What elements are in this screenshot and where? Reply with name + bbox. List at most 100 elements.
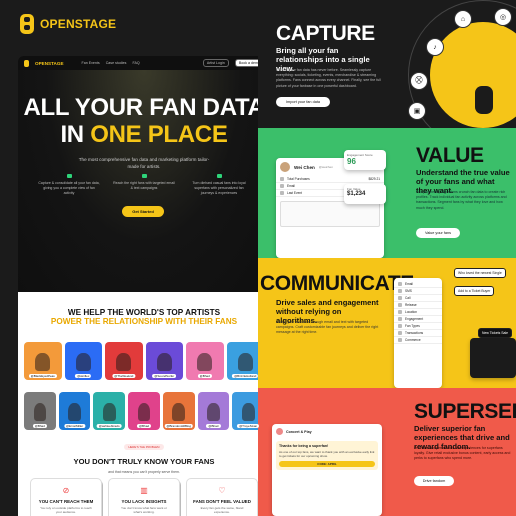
- get-started-button[interactable]: Get Started: [122, 206, 164, 217]
- channel-item[interactable]: Fan Types: [394, 323, 442, 330]
- avatar: [276, 428, 283, 435]
- artist-photo[interactable]: @ashleebtravis: [93, 392, 126, 430]
- cart-node-icon: ⛒: [410, 72, 428, 90]
- chat-sender: Concert & Play: [286, 429, 312, 434]
- communicate-section: COMMUNICATE Drive sales and engagement w…: [258, 258, 516, 388]
- release-icon: [398, 303, 402, 307]
- capture-heading: CAPTURE: [276, 22, 375, 45]
- artist-handle: @SoundSurfer: [152, 374, 177, 378]
- chart-icon: ▥: [140, 486, 148, 495]
- chat-panel: Concert & Play Thanks for being a superf…: [272, 424, 382, 516]
- artist-photo[interactable]: @BlackEyedPeas: [24, 342, 62, 380]
- channel-item[interactable]: Email: [394, 281, 442, 288]
- channel-item[interactable]: Engagement: [394, 316, 442, 323]
- check-icon: [66, 174, 72, 178]
- channel-label: Fan Types: [405, 324, 420, 328]
- commerce-icon: [398, 338, 402, 342]
- card-title: YOU CAN'T REACH THEM: [38, 499, 94, 504]
- problem-card-valued: ♡ FANS DON'T FEEL VALUED Every fan gets …: [186, 478, 258, 516]
- channel-item[interactable]: SMS: [394, 288, 442, 295]
- superserve-heading: SUPERSERVE: [414, 400, 516, 423]
- profile-row: Total Purchases $829.21: [276, 176, 384, 183]
- hero-title: ALL YOUR FAN DATA IN ONE PLACE: [18, 94, 270, 148]
- nav-link-fan-events[interactable]: Fan Events: [82, 61, 100, 65]
- music-node-icon: ♪: [426, 38, 444, 56]
- hub-logo-icon: [475, 86, 493, 114]
- artist-handle: @Bhad: [32, 424, 47, 428]
- promo-code[interactable]: CODE: APRIL: [279, 461, 375, 468]
- nav-link-case-studies[interactable]: Case studies: [106, 61, 127, 65]
- nav-logo-icon: [24, 59, 29, 67]
- new-message-chip[interactable]: New Tickets Sale: [478, 328, 513, 338]
- artist-handle: @BrizzleHolland: [232, 374, 259, 378]
- artist-handle: @Bhad: [197, 374, 212, 378]
- artist-handle: @ErnstMiller: [63, 424, 86, 428]
- artist-photo[interactable]: @Bhad: [186, 342, 224, 380]
- openstage-logo[interactable]: OPENSTAGE: [20, 14, 116, 34]
- row-icon: [280, 177, 284, 181]
- channel-label: Call: [405, 296, 411, 300]
- channel-item[interactable]: Release: [394, 302, 442, 309]
- phone-icon: [398, 296, 402, 300]
- artist-photo[interactable]: @Bhad: [24, 392, 56, 430]
- channel-item[interactable]: Commerce: [394, 337, 442, 344]
- artist-handle: @Bhad: [136, 424, 152, 428]
- sms-icon: [398, 289, 402, 293]
- superserve-body: Prioritize and personalize fan experienc…: [414, 446, 511, 461]
- artist-login-button[interactable]: Artist Login: [202, 59, 229, 67]
- hero-feature-text: Reach the right fans with targeted email…: [113, 181, 175, 190]
- artist-photo[interactable]: @SoundSurfer: [145, 342, 183, 380]
- check-icon: [216, 174, 222, 178]
- location-icon: [398, 310, 402, 314]
- capture-section: CAPTURE Bring all your fan relationships…: [258, 0, 516, 128]
- hero-feature-2: Reach the right fans with targeted email…: [113, 174, 175, 191]
- artist-handle: @Bhad: [206, 424, 221, 428]
- channel-item[interactable]: Call: [394, 295, 442, 302]
- nav-brand[interactable]: OPENSTAGE: [35, 61, 64, 66]
- nav-link-faq[interactable]: FAQ: [132, 61, 139, 65]
- row-label: Email: [287, 184, 295, 188]
- segment-chip[interactable]: Who loved the newest Single: [454, 268, 506, 278]
- artist-photo[interactable]: @ErnstMiller: [58, 392, 91, 430]
- feature-collage: CAPTURE Bring all your fan relationships…: [258, 0, 516, 516]
- artist-photo[interactable]: @BrandonHillBlog: [162, 392, 195, 430]
- artist-photos-row-2: @Bhad @ErnstMiller @ashleebtravis @Bhad …: [24, 392, 265, 430]
- artist-photo[interactable]: @Bhad: [128, 392, 160, 430]
- problem-heading: YOU DON'T TRULY KNOW YOUR FANS: [73, 457, 215, 466]
- artist-photo[interactable]: @Bhad: [197, 392, 230, 430]
- artists-heading: WE HELP THE WORLD'S TOP ARTISTS POWER TH…: [18, 308, 270, 326]
- row-value: $829.21: [368, 177, 380, 181]
- channel-item[interactable]: Transactions: [394, 330, 442, 337]
- artist-photo[interactable]: @skrillex: [64, 342, 102, 380]
- website-mockup: OPENSTAGE Fan Events Case studies FAQ Ar…: [18, 56, 270, 516]
- card-desc: Every fan gets the same, bland experienc…: [200, 506, 244, 514]
- row-icon: [280, 184, 284, 188]
- channel-item[interactable]: Location: [394, 309, 442, 316]
- transactions-icon: [398, 331, 402, 335]
- site-nav: OPENSTAGE Fan Events Case studies FAQ Ar…: [18, 56, 270, 70]
- drive-fandom-button[interactable]: Drive fandom: [414, 476, 454, 486]
- artist-handle: @ashleebtravis: [96, 424, 122, 428]
- artist-handle: @BlackEyedPeas: [28, 374, 57, 378]
- heart-icon: ♡: [218, 486, 226, 495]
- fan-types-icon: [398, 324, 402, 328]
- tags-box: [280, 201, 380, 227]
- target-icon: ⊘: [62, 486, 70, 495]
- artist-photos-row-1: @BlackEyedPeas @skrillex @TheWeeknd @Sou…: [24, 342, 264, 380]
- channel-label: Transactions: [405, 331, 424, 335]
- car-node-icon: ▣: [408, 102, 426, 120]
- hero-title-highlight: ONE PLACE: [90, 121, 228, 148]
- artists-heading-line1: WE HELP THE WORLD'S TOP ARTISTS: [67, 308, 221, 317]
- fan-value-amount: $1,234: [347, 191, 366, 197]
- hero-title-in: IN: [60, 121, 91, 148]
- add-step-chip[interactable]: Add to a Ticket Buyer: [454, 286, 495, 296]
- artist-photo[interactable]: @TheWeeknd: [105, 342, 143, 380]
- avatar: [280, 162, 290, 172]
- channel-label: Engagement: [405, 317, 424, 321]
- import-fan-data-button[interactable]: Import your fan data: [276, 97, 330, 107]
- communicate-heading: COMMUNICATE: [260, 272, 414, 295]
- value-fans-button[interactable]: Value your fans: [416, 228, 460, 238]
- row-label: Last Event: [287, 191, 303, 195]
- row-label: Total Purchases: [287, 177, 310, 181]
- channel-label: Email: [405, 282, 413, 286]
